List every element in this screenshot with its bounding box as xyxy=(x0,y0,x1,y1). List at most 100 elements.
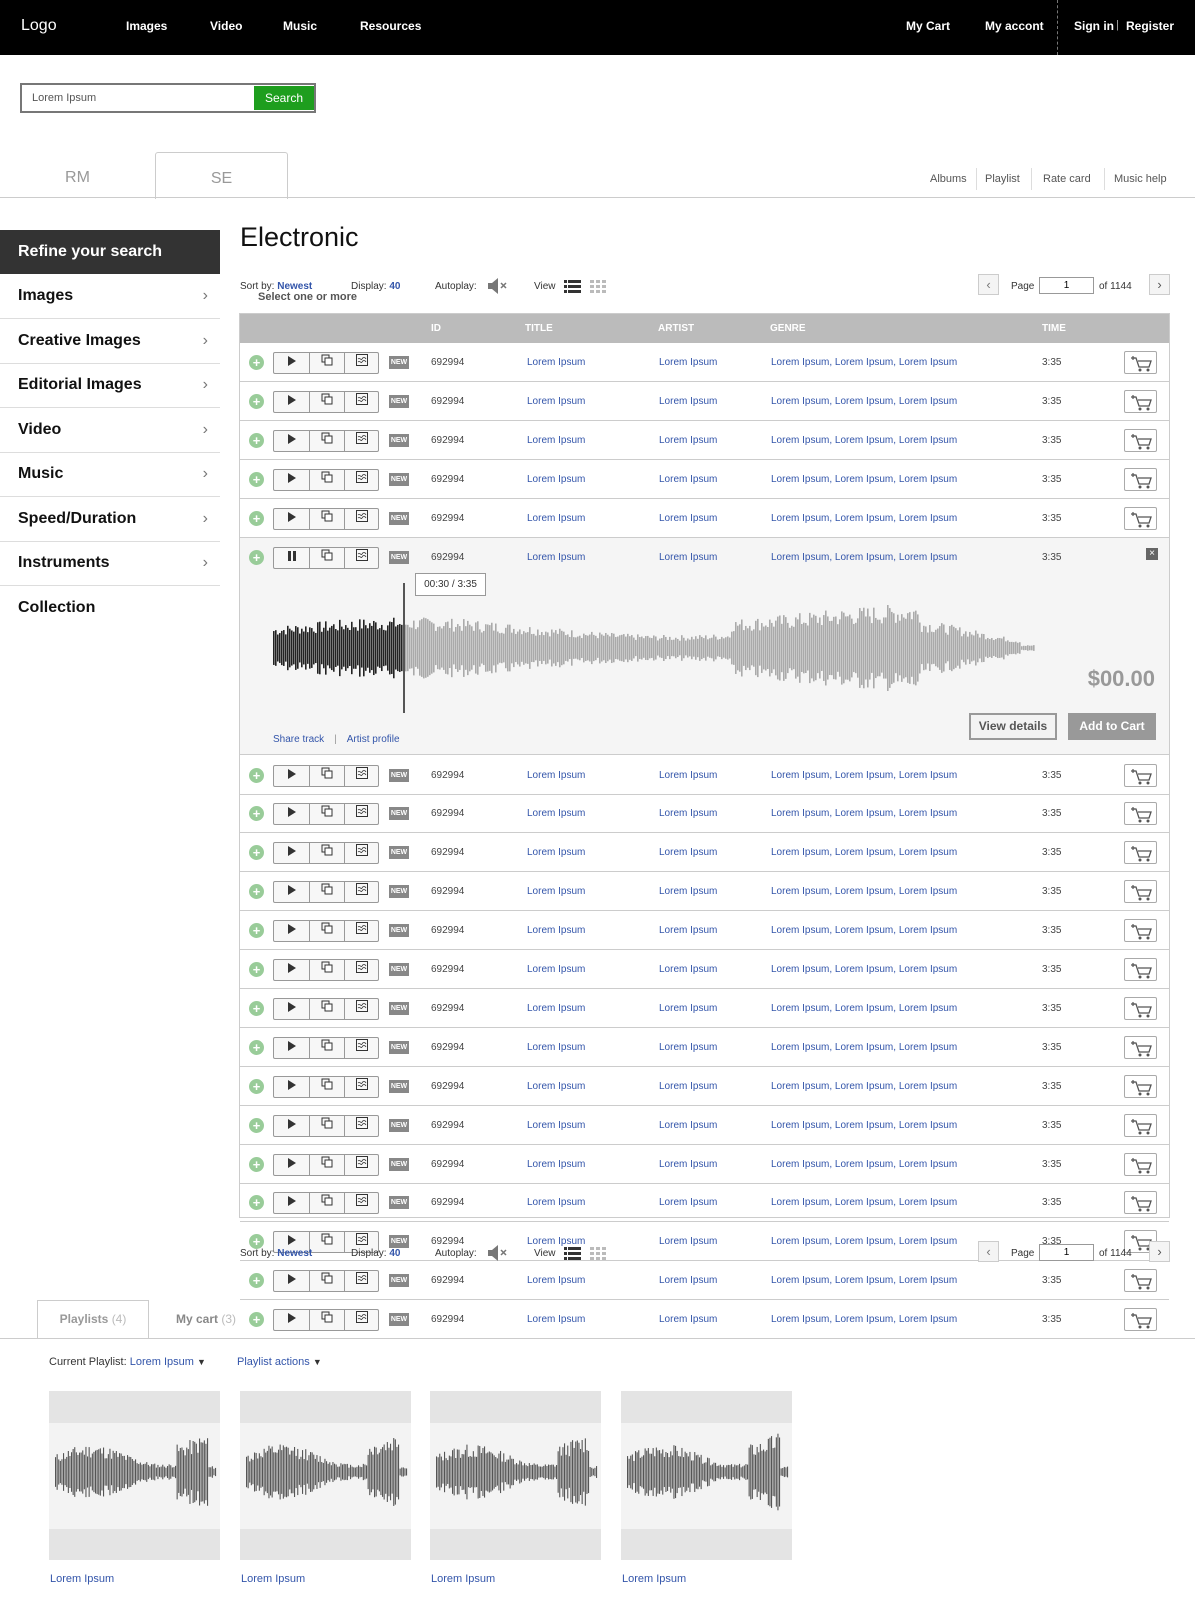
table-row[interactable]: + NEW 692994 Lorem Ipsum Lorem Ipsum Lorem Ip… xyxy=(240,989,1169,1028)
play-icon[interactable] xyxy=(274,431,309,451)
cell-genre[interactable]: Lorem Ipsum, Lorem Ipsum, Lorem Ipsum xyxy=(771,770,957,781)
close-icon[interactable]: × xyxy=(1146,547,1158,560)
cell-artist[interactable]: Lorem Ipsum xyxy=(659,1197,717,1208)
playlist-item-label[interactable]: Lorem Ipsum xyxy=(622,1573,686,1585)
add-to-cart-button[interactable] xyxy=(1124,428,1157,452)
copy-icon[interactable] xyxy=(310,960,344,980)
cell-title[interactable]: Lorem Ipsum xyxy=(527,1236,585,1247)
copy-icon[interactable] xyxy=(310,1271,344,1291)
table-row[interactable]: + NEW 692994 Lorem Ipsum Lorem Ipsum Lorem Ip… xyxy=(240,538,1169,577)
nav-my-account[interactable]: My accont xyxy=(985,19,1044,33)
col-artist[interactable]: ARTIST xyxy=(658,323,694,334)
add-to-cart-button[interactable] xyxy=(1124,1035,1157,1059)
table-row[interactable]: + NEW 692994 Lorem Ipsum Lorem Ipsum Lorem Ip… xyxy=(240,499,1169,538)
plus-circle-icon[interactable]: + xyxy=(249,962,264,977)
cell-genre[interactable]: Lorem Ipsum, Lorem Ipsum, Lorem Ipsum xyxy=(771,886,957,897)
cell-genre[interactable]: Lorem Ipsum, Lorem Ipsum, Lorem Ipsum xyxy=(771,925,957,936)
plus-circle-icon[interactable]: + xyxy=(249,1156,264,1172)
cell-genre[interactable]: Lorem Ipsum, Lorem Ipsum, Lorem Ipsum xyxy=(771,513,957,524)
play-icon[interactable] xyxy=(274,353,309,373)
table-row[interactable]: + NEW 692994 Lorem Ipsum Lorem Ipsum Lorem Ip… xyxy=(240,756,1169,795)
cell-title[interactable]: Lorem Ipsum xyxy=(527,1159,585,1170)
add-to-cart-button[interactable] xyxy=(1124,1074,1157,1098)
cell-title[interactable]: Lorem Ipsum xyxy=(527,1003,585,1014)
waveform-icon[interactable] xyxy=(345,1116,379,1136)
add-to-cart-button[interactable]: Add to Cart xyxy=(1068,712,1156,740)
plus-circle-icon[interactable]: + xyxy=(249,845,264,861)
add-to-cart-button[interactable] xyxy=(1124,841,1157,865)
waveform-icon[interactable] xyxy=(345,431,379,451)
cell-artist[interactable]: Lorem Ipsum xyxy=(659,1120,717,1131)
play-icon[interactable] xyxy=(274,1038,309,1058)
plus-circle-icon[interactable]: + xyxy=(249,1039,264,1055)
sidebar-item-creative-images[interactable]: Creative Images › xyxy=(0,319,220,364)
table-row[interactable]: + NEW 692994 Lorem Ipsum Lorem Ipsum Lorem Ip… xyxy=(240,382,1169,421)
cell-title[interactable]: Lorem Ipsum xyxy=(527,1197,585,1208)
copy-icon[interactable] xyxy=(310,509,344,529)
tab-my-cart[interactable]: My cart (3) xyxy=(176,1312,236,1326)
waveform-icon[interactable] xyxy=(345,804,379,824)
waveform-icon[interactable] xyxy=(345,1155,379,1175)
cell-title[interactable]: Lorem Ipsum xyxy=(527,770,585,781)
cell-artist[interactable]: Lorem Ipsum xyxy=(659,1042,717,1053)
waveform-icon[interactable] xyxy=(345,353,379,373)
add-to-cart-button[interactable] xyxy=(1124,1152,1157,1176)
cell-genre[interactable]: Lorem Ipsum, Lorem Ipsum, Lorem Ipsum xyxy=(771,1275,957,1286)
col-time[interactable]: TIME xyxy=(1042,323,1066,334)
cell-title[interactable]: Lorem Ipsum xyxy=(527,1081,585,1092)
cell-genre[interactable]: Lorem Ipsum, Lorem Ipsum, Lorem Ipsum xyxy=(771,964,957,975)
register-link[interactable]: Register xyxy=(1126,19,1174,33)
col-title[interactable]: TITLE xyxy=(525,323,553,334)
copy-icon[interactable] xyxy=(310,804,344,824)
tab-se[interactable]: SE xyxy=(155,152,288,199)
playlist-thumbnail[interactable] xyxy=(430,1391,601,1560)
waveform-icon[interactable] xyxy=(345,766,379,786)
cell-artist[interactable]: Lorem Ipsum xyxy=(659,808,717,819)
copy-icon[interactable] xyxy=(310,843,344,863)
view-details-button[interactable]: View details xyxy=(969,712,1057,740)
waveform[interactable] xyxy=(273,582,1035,718)
col-genre[interactable]: GENRE xyxy=(770,323,806,334)
cell-genre[interactable]: Lorem Ipsum, Lorem Ipsum, Lorem Ipsum xyxy=(771,1120,957,1131)
add-to-cart-button[interactable] xyxy=(1124,467,1157,491)
cell-title[interactable]: Lorem Ipsum xyxy=(527,925,585,936)
play-icon[interactable] xyxy=(274,1193,309,1213)
sort-value[interactable]: Newest xyxy=(277,1248,312,1259)
waveform-icon[interactable] xyxy=(345,843,379,863)
cell-title[interactable]: Lorem Ipsum xyxy=(527,513,585,524)
nav-resources[interactable]: Resources xyxy=(360,19,421,33)
table-row[interactable]: + NEW 692994 Lorem Ipsum Lorem Ipsum Lorem Ip… xyxy=(240,1067,1169,1106)
artist-profile-link[interactable]: Artist profile xyxy=(347,734,400,745)
waveform-icon[interactable] xyxy=(345,392,379,412)
cell-genre[interactable]: Lorem Ipsum, Lorem Ipsum, Lorem Ipsum xyxy=(771,357,957,368)
table-row[interactable]: + NEW 692994 Lorem Ipsum Lorem Ipsum Lorem Ip… xyxy=(240,950,1169,989)
copy-icon[interactable] xyxy=(310,882,344,902)
cell-genre[interactable]: Lorem Ipsum, Lorem Ipsum, Lorem Ipsum xyxy=(771,1314,957,1325)
sign-in-link[interactable]: Sign in xyxy=(1074,19,1114,33)
play-icon[interactable] xyxy=(274,999,309,1019)
table-row[interactable]: + NEW 692994 Lorem Ipsum Lorem Ipsum Lorem Ip… xyxy=(240,343,1169,382)
playlist-thumbnail[interactable] xyxy=(49,1391,220,1560)
sidebar-item-instruments[interactable]: Instruments › xyxy=(0,541,220,586)
cell-title[interactable]: Lorem Ipsum xyxy=(527,886,585,897)
cell-title[interactable]: Lorem Ipsum xyxy=(527,847,585,858)
sidebar-item-collection[interactable]: Collection xyxy=(0,586,220,631)
share-track-link[interactable]: Share track xyxy=(273,734,324,745)
add-to-cart-button[interactable] xyxy=(1124,996,1157,1020)
plus-circle-icon[interactable]: + xyxy=(249,806,264,822)
albums-link[interactable]: Albums xyxy=(930,173,967,185)
waveform-icon[interactable] xyxy=(345,921,379,941)
music-help-link[interactable]: Music help xyxy=(1114,173,1167,185)
copy-icon[interactable] xyxy=(310,766,344,786)
table-row[interactable]: + NEW 692994 Lorem Ipsum Lorem Ipsum Lorem Ip… xyxy=(240,872,1169,912)
plus-circle-icon[interactable]: + xyxy=(249,510,264,526)
sidebar-item-speed-duration[interactable]: Speed/Duration › xyxy=(0,497,220,542)
sidebar-item-music[interactable]: Music › xyxy=(0,452,220,497)
copy-icon[interactable] xyxy=(310,1310,344,1330)
nav-video[interactable]: Video xyxy=(210,19,242,33)
table-row[interactable]: + NEW 692994 Lorem Ipsum Lorem Ipsum Lorem Ip… xyxy=(240,1261,1169,1301)
waveform-icon[interactable] xyxy=(345,1077,379,1097)
copy-icon[interactable] xyxy=(310,392,344,412)
cell-genre[interactable]: Lorem Ipsum, Lorem Ipsum, Lorem Ipsum xyxy=(771,1159,957,1170)
waveform-icon[interactable] xyxy=(345,1271,379,1291)
